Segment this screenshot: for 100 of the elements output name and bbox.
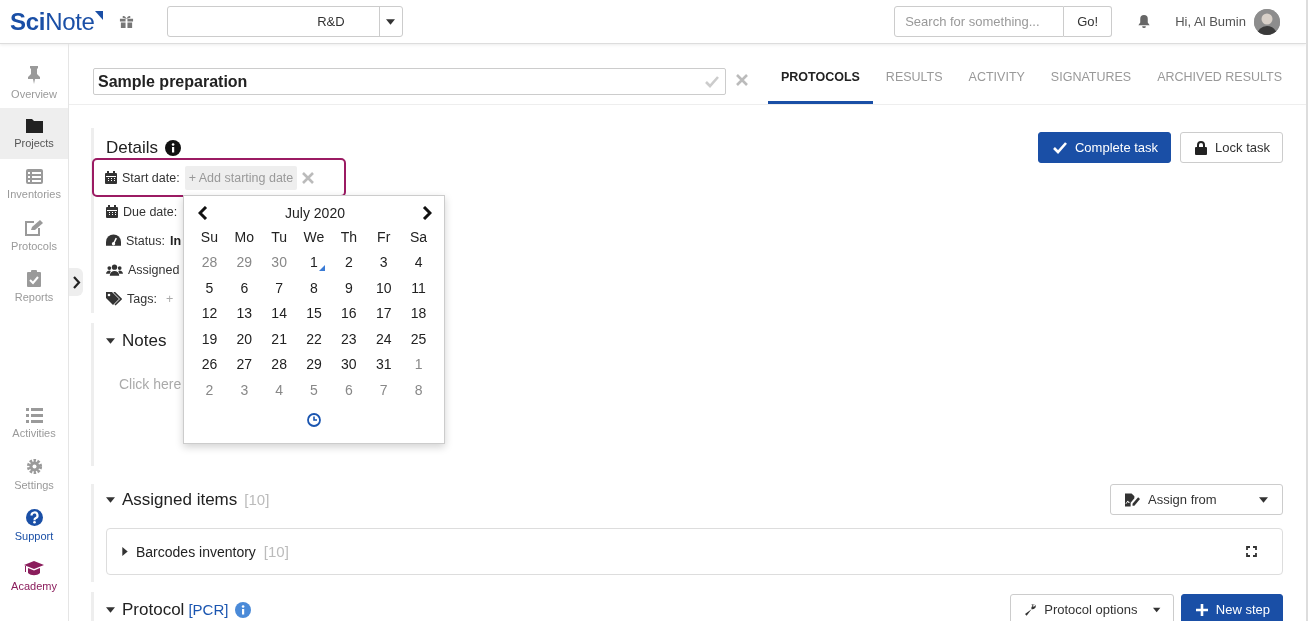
avatar[interactable]: [1254, 8, 1280, 35]
caret-icon: [1153, 606, 1161, 613]
day-cell[interactable]: 31: [366, 351, 402, 377]
search-field[interactable]: Search for something...: [894, 6, 1065, 37]
day-cell[interactable]: 5: [192, 275, 227, 301]
section-heading: Details: [106, 137, 158, 158]
chevron-icon[interactable]: [71, 275, 81, 289]
day-cell[interactable]: 8: [401, 377, 436, 403]
caret-icon: [1259, 496, 1268, 503]
day-cell[interactable]: 6: [226, 275, 262, 301]
weekday-label: Fr: [376, 227, 392, 247]
section-heading[interactable]: Protocol: [122, 599, 185, 620]
list-icon: [25, 169, 43, 184]
day-cell[interactable]: 28: [192, 249, 227, 275]
dropdown-button[interactable]: Assign from: [1110, 484, 1283, 515]
plus-icon: [1195, 603, 1208, 616]
action-button[interactable]: Complete task: [1038, 132, 1172, 163]
gauge-icon: [106, 234, 121, 247]
day-cell[interactable]: 2: [192, 377, 227, 403]
field-label: Start date:: [122, 170, 180, 185]
clipboard-check-icon: [27, 270, 41, 287]
day-cell[interactable]: 7: [261, 275, 297, 301]
day-cell[interactable]: 24: [366, 326, 402, 352]
weekday-label: Th: [339, 227, 358, 247]
sidebar-item[interactable]: Support: [0, 500, 68, 551]
day-cell[interactable]: 17: [366, 300, 402, 326]
list-icon: [25, 408, 43, 423]
tab[interactable]: PROTOCOLS: [767, 52, 873, 104]
action-button[interactable]: Lock task: [1180, 132, 1283, 163]
tags-icon: [106, 291, 122, 306]
section-heading[interactable]: Assigned items: [122, 489, 238, 510]
edit-icon: [25, 219, 43, 236]
graduation-cap-icon: [24, 561, 44, 576]
day-cell[interactable]: 16: [331, 300, 367, 326]
day-cell[interactable]: 6: [331, 377, 367, 403]
users-icon: [106, 263, 123, 276]
day-cell[interactable]: 10: [366, 275, 402, 301]
next-month-icon[interactable]: [422, 206, 432, 220]
day-cell[interactable]: 19: [192, 326, 227, 352]
bell-icon[interactable]: [1137, 14, 1152, 29]
item-count: [10]: [244, 491, 270, 508]
sidebar-item[interactable]: Projects: [0, 108, 68, 159]
wrench-icon: [1024, 602, 1037, 617]
fullscreen-icon[interactable]: [1246, 546, 1257, 557]
day-cell[interactable]: 29: [296, 351, 332, 377]
month-title[interactable]: July 2020: [285, 205, 345, 221]
day-cell[interactable]: 29: [226, 249, 262, 275]
day-cell[interactable]: 4: [261, 377, 297, 403]
sidebar-toggle[interactable]: [69, 268, 83, 296]
day-cell[interactable]: 5: [296, 377, 332, 403]
day-cell[interactable]: 7: [366, 377, 402, 403]
day-cell[interactable]: 14: [261, 300, 297, 326]
day-cell[interactable]: 3: [366, 249, 402, 275]
protocol-name-link[interactable]: [PCR]: [188, 601, 229, 618]
day-cell[interactable]: 9: [331, 275, 367, 301]
folder-icon: [25, 118, 43, 133]
day-cell[interactable]: 12: [192, 300, 227, 326]
day-cell[interactable]: 26: [192, 351, 227, 377]
day-cell[interactable]: 18: [401, 300, 436, 326]
day-cell[interactable]: 3: [226, 377, 262, 403]
today-marker: [319, 265, 326, 271]
user-greeting[interactable]: Hi, Al Bumin: [1175, 14, 1246, 29]
day-cell[interactable]: 11: [401, 275, 436, 301]
day-cell[interactable]: 8: [296, 275, 332, 301]
task-name-field[interactable]: Sample preparation: [93, 68, 726, 95]
weekday-label: We: [302, 227, 326, 247]
weekday-label: Sa: [409, 227, 429, 247]
info-icon[interactable]: [164, 139, 181, 156]
section-heading[interactable]: Notes: [122, 331, 167, 351]
day-cell[interactable]: 25: [401, 326, 436, 352]
day-cell[interactable]: 13: [226, 300, 262, 326]
day-cell[interactable]: 15: [296, 300, 332, 326]
go-button[interactable]: Go!: [1064, 6, 1113, 37]
field-label: Tags:: [127, 291, 157, 306]
day-cell[interactable]: 27: [226, 351, 262, 377]
inventory-panel[interactable]: Barcodes inventory [10]: [106, 528, 1283, 575]
day-cell[interactable]: 28: [261, 351, 297, 377]
day-cell[interactable]: 21: [261, 326, 297, 352]
field-label: Status:: [126, 233, 165, 248]
sidebar-item[interactable]: Academy: [0, 551, 68, 602]
day-cell[interactable]: 4: [401, 249, 436, 275]
team-select[interactable]: R&D: [166, 6, 403, 37]
previous-month-icon[interactable]: [198, 206, 208, 220]
scinote-logo[interactable]: SciNote: [10, 7, 103, 36]
gift-icon[interactable]: [118, 14, 134, 29]
day-cell[interactable]: 1: [296, 249, 332, 275]
day-cell[interactable]: 30: [331, 351, 367, 377]
action-button[interactable]: New step: [1180, 594, 1283, 621]
clock-icon[interactable]: [307, 412, 321, 427]
day-cell[interactable]: 2: [331, 249, 367, 275]
dropdown-button[interactable]: Protocol options: [1009, 594, 1174, 621]
settings-icon: [25, 458, 43, 475]
day-cell[interactable]: 22: [296, 326, 332, 352]
inventory-name: Barcodes inventory: [136, 543, 256, 560]
day-cell[interactable]: 20: [226, 326, 262, 352]
day-cell[interactable]: 1: [401, 351, 436, 377]
day-cell[interactable]: 23: [331, 326, 367, 352]
day-cell[interactable]: 30: [261, 249, 297, 275]
lock-icon: [1195, 140, 1208, 155]
pin-icon: [27, 65, 41, 84]
